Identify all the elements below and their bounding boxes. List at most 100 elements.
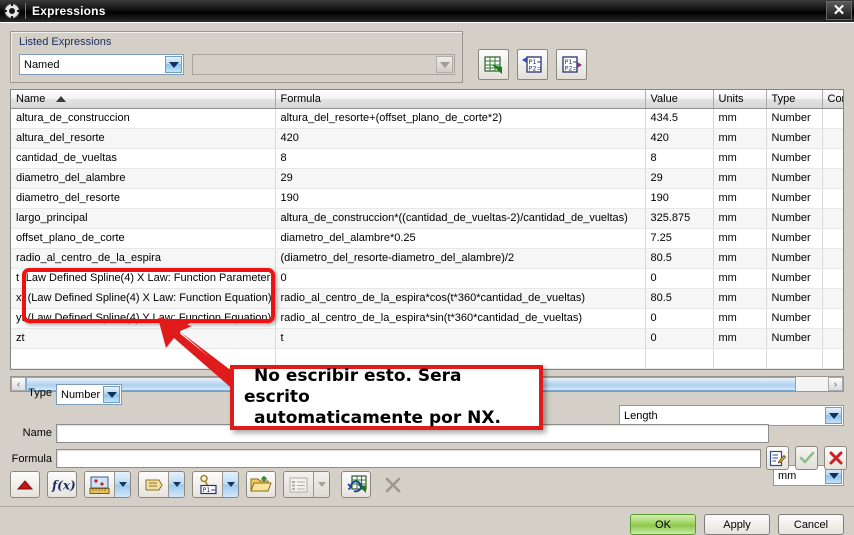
expression-value-cell[interactable]: 8 — [645, 148, 714, 169]
export-expressions-button[interactable]: P1= P2= — [556, 49, 587, 80]
chevron-down-icon[interactable] — [114, 472, 130, 497]
folder-open-icon[interactable] — [246, 471, 276, 498]
expression-formula-cell[interactable]: radio_al_centro_de_la_espira*cos(t*360*c… — [275, 288, 646, 309]
table-row[interactable]: altura_de_construccion altura_del_resorte… — [11, 108, 843, 129]
expression-units-cell[interactable] — [713, 348, 767, 369]
chevron-down-icon[interactable] — [103, 386, 120, 403]
table-row[interactable]: radio_al_centro_de_la_espira (diametro_de… — [11, 248, 843, 269]
expression-comment-cell[interactable] — [822, 168, 843, 189]
expression-comment-cell[interactable] — [822, 308, 843, 329]
expression-units-cell[interactable]: mm — [713, 328, 767, 349]
expression-value-cell[interactable]: 0 — [645, 308, 714, 329]
table-row[interactable]: cantidad_de_vueltas 8 8 mm Number — [11, 148, 843, 169]
expression-units-cell[interactable]: mm — [713, 308, 767, 329]
column-header-value[interactable]: Value — [645, 90, 714, 109]
expression-name-cell[interactable]: t (Law Defined Spline(4) X Law: Function… — [11, 268, 276, 289]
expression-name-cell[interactable]: diametro_del_alambre — [11, 168, 276, 189]
expression-formula-cell[interactable]: altura_del_resorte+(offset_plano_de_cort… — [275, 108, 646, 129]
expression-units-cell[interactable]: mm — [713, 268, 767, 289]
close-icon[interactable]: ✕ — [826, 1, 852, 20]
expression-name-cell[interactable]: yt (Law Defined Spline(4) Y Law: Functio… — [11, 308, 276, 329]
expression-comment-cell[interactable] — [822, 328, 843, 349]
scroll-right-icon[interactable]: › — [828, 377, 843, 391]
expression-type-cell[interactable]: Number — [766, 128, 823, 149]
expression-type-cell[interactable]: Number — [766, 308, 823, 329]
table-row[interactable]: t (Law Defined Spline(4) X Law: Function… — [11, 268, 843, 289]
expression-value-cell[interactable] — [645, 348, 714, 369]
create-attribute-button[interactable] — [138, 471, 185, 498]
expression-formula-cell[interactable]: t — [275, 328, 646, 349]
expression-type-cell[interactable]: Number — [766, 148, 823, 169]
expression-comment-cell[interactable] — [822, 108, 843, 129]
chevron-down-icon[interactable] — [165, 56, 182, 73]
type-select[interactable]: Number — [56, 384, 122, 405]
expression-type-cell[interactable] — [766, 348, 823, 369]
export-to-spreadsheet-button[interactable] — [478, 49, 509, 80]
triangle-up-red-icon[interactable] — [10, 471, 40, 498]
fx-icon[interactable]: f(x) — [47, 471, 77, 498]
expression-type-cell[interactable]: Number — [766, 228, 823, 249]
chevron-down-icon[interactable] — [825, 407, 842, 424]
expression-comment-cell[interactable] — [822, 128, 843, 149]
expression-units-cell[interactable]: mm — [713, 128, 767, 149]
expression-value-cell[interactable]: 80.5 — [645, 248, 714, 269]
listed-expressions-mode-select[interactable]: Named — [19, 54, 184, 75]
column-header-type[interactable]: Type — [766, 90, 823, 109]
expression-formula-cell[interactable]: radio_al_centro_de_la_espira*sin(t*360*c… — [275, 308, 646, 329]
expression-formula-cell[interactable]: 29 — [275, 168, 646, 189]
table-row[interactable]: diametro_del_resorte 190 190 mm Number — [11, 188, 843, 209]
expression-name-cell[interactable]: largo_principal — [11, 208, 276, 229]
expression-comment-cell[interactable] — [822, 348, 843, 369]
expression-units-cell[interactable]: mm — [713, 228, 767, 249]
expression-units-cell[interactable]: mm — [713, 108, 767, 129]
expression-name-cell[interactable]: altura_de_construccion — [11, 108, 276, 129]
expression-value-cell[interactable]: 190 — [645, 188, 714, 209]
ok-button[interactable]: OK — [630, 514, 696, 535]
expression-formula-cell[interactable]: diametro_del_alambre*0.25 — [275, 228, 646, 249]
refresh-spreadsheet-icon[interactable] — [341, 471, 371, 498]
expression-type-cell[interactable]: Number — [766, 208, 823, 229]
import-expressions-button[interactable]: P1= P2= — [517, 49, 548, 80]
cancel-button[interactable]: Cancel — [778, 514, 844, 535]
column-header-comment[interactable]: Comment — [822, 90, 843, 109]
expression-value-cell[interactable]: 7.25 — [645, 228, 714, 249]
expression-value-cell[interactable]: 325.875 — [645, 208, 714, 229]
expression-type-cell[interactable]: Number — [766, 108, 823, 129]
expression-comment-cell[interactable] — [822, 148, 843, 169]
expression-comment-cell[interactable] — [822, 268, 843, 289]
chevron-down-icon[interactable] — [168, 472, 184, 497]
expression-name-cell[interactable]: zt — [11, 328, 276, 349]
expression-name-cell[interactable]: radio_al_centro_de_la_espira — [11, 248, 276, 269]
expression-name-cell[interactable]: offset_plano_de_corte — [11, 228, 276, 249]
expression-formula-cell[interactable]: 420 — [275, 128, 646, 149]
formula-input[interactable] — [56, 449, 761, 468]
expression-formula-cell[interactable]: (diametro_del_resorte-diametro_del_alamb… — [275, 248, 646, 269]
expression-value-cell[interactable]: 434.5 — [645, 108, 714, 129]
table-row[interactable]: offset_plano_de_corte diametro_del_alambr… — [11, 228, 843, 249]
expression-name-cell[interactable]: diametro_del_resorte — [11, 188, 276, 209]
expression-units-cell[interactable]: mm — [713, 208, 767, 229]
edit-note-icon[interactable] — [766, 446, 789, 470]
expression-comment-cell[interactable] — [822, 288, 843, 309]
column-header-name[interactable]: Name — [11, 90, 276, 109]
table-row[interactable]: altura_del_resorte 420 420 mm Number — [11, 128, 843, 149]
expression-name-cell[interactable]: xt (Law Defined Spline(4) X Law: Functio… — [11, 288, 276, 309]
create-measure-button[interactable] — [84, 471, 131, 498]
expression-type-cell[interactable]: Number — [766, 268, 823, 289]
chevron-down-icon[interactable] — [222, 472, 238, 497]
dimension-select[interactable]: Length — [619, 405, 844, 426]
expression-value-cell[interactable]: 0 — [645, 328, 714, 349]
table-row[interactable]: yt (Law Defined Spline(4) Y Law: Functio… — [11, 308, 843, 329]
expression-value-cell[interactable]: 420 — [645, 128, 714, 149]
table-row[interactable]: xt (Law Defined Spline(4) X Law: Functio… — [11, 288, 843, 309]
column-header-formula[interactable]: Formula — [275, 90, 646, 109]
expression-comment-cell[interactable] — [822, 248, 843, 269]
expression-units-cell[interactable]: mm — [713, 148, 767, 169]
expression-units-cell[interactable]: mm — [713, 248, 767, 269]
expression-units-cell[interactable]: mm — [713, 188, 767, 209]
table-row[interactable]: zt t 0 mm Number — [11, 328, 843, 349]
expression-name-cell[interactable]: cantidad_de_vueltas — [11, 148, 276, 169]
expression-formula-cell[interactable]: altura_de_construccion*((cantidad_de_vue… — [275, 208, 646, 229]
expression-comment-cell[interactable] — [822, 208, 843, 229]
expression-value-cell[interactable]: 29 — [645, 168, 714, 189]
